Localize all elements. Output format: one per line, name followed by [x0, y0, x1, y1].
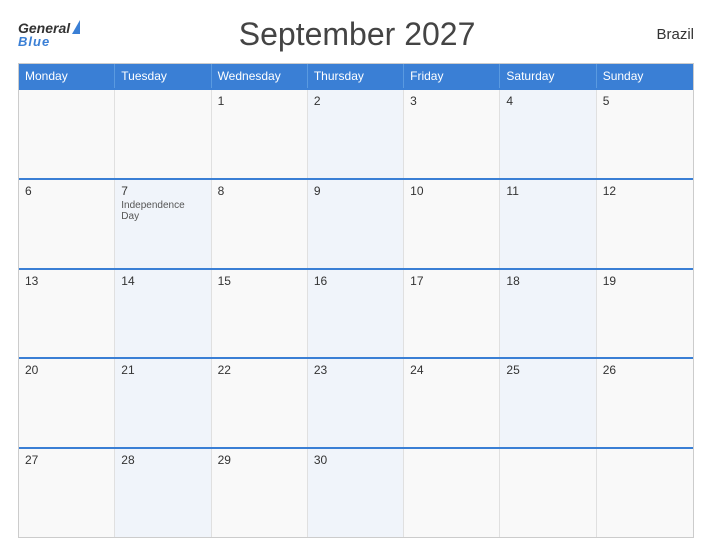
weekday-wednesday: Wednesday	[212, 64, 308, 88]
calendar-cell: 6	[19, 180, 115, 268]
calendar-cell: 9	[308, 180, 404, 268]
calendar-cell: 16	[308, 270, 404, 358]
day-number: 26	[603, 363, 687, 377]
calendar-week-3: 13 14 15 16 17 18 19	[19, 268, 693, 358]
day-number: 19	[603, 274, 687, 288]
day-number: 2	[314, 94, 397, 108]
calendar-week-5: 27 28 29 30	[19, 447, 693, 537]
calendar-cell: 28	[115, 449, 211, 537]
calendar-cell: 19	[597, 270, 693, 358]
calendar-cell: 8	[212, 180, 308, 268]
day-number: 22	[218, 363, 301, 377]
calendar-cell: 14	[115, 270, 211, 358]
logo-blue-text: Blue	[18, 34, 50, 49]
page-title: September 2027	[80, 16, 634, 53]
day-number: 12	[603, 184, 687, 198]
calendar-cell: 30	[308, 449, 404, 537]
calendar-cell: 17	[404, 270, 500, 358]
weekday-monday: Monday	[19, 64, 115, 88]
logo: General Blue	[18, 20, 80, 49]
weekday-thursday: Thursday	[308, 64, 404, 88]
day-number: 18	[506, 274, 589, 288]
calendar-cell: 15	[212, 270, 308, 358]
day-number: 7	[121, 184, 204, 198]
calendar-cell	[597, 449, 693, 537]
header: General Blue September 2027 Brazil	[18, 16, 694, 53]
day-number: 9	[314, 184, 397, 198]
day-number: 15	[218, 274, 301, 288]
calendar-cell: 2	[308, 90, 404, 178]
day-number: 14	[121, 274, 204, 288]
weekday-saturday: Saturday	[500, 64, 596, 88]
day-number: 11	[506, 184, 589, 198]
calendar-cell: 23	[308, 359, 404, 447]
day-number: 4	[506, 94, 589, 108]
weekday-tuesday: Tuesday	[115, 64, 211, 88]
calendar-week-2: 67 Independence Day 89 10 11 12	[19, 178, 693, 268]
calendar-body: 1234567Independence Day89101112131415161…	[19, 88, 693, 537]
calendar-week-4: 20 21 22 23 24 25 26	[19, 357, 693, 447]
calendar-week-1: 12345	[19, 88, 693, 178]
calendar-cell: 3	[404, 90, 500, 178]
calendar-cell	[500, 449, 596, 537]
day-number: 24	[410, 363, 493, 377]
calendar-cell: 20	[19, 359, 115, 447]
calendar-cell: 26	[597, 359, 693, 447]
calendar-cell	[19, 90, 115, 178]
event-label: Independence Day	[121, 200, 204, 222]
calendar-cell: 12	[597, 180, 693, 268]
day-number: 16	[314, 274, 397, 288]
calendar-cell: 7 Independence Day	[115, 180, 211, 268]
day-number: 8	[218, 184, 301, 198]
day-number: 25	[506, 363, 589, 377]
calendar-cell: 24	[404, 359, 500, 447]
calendar-cell: 10	[404, 180, 500, 268]
calendar-cell: 22	[212, 359, 308, 447]
calendar-cell: 27	[19, 449, 115, 537]
calendar-cell	[404, 449, 500, 537]
weekday-sunday: Sunday	[597, 64, 693, 88]
day-number: 5	[603, 94, 687, 108]
calendar-cell	[115, 90, 211, 178]
day-number: 28	[121, 453, 204, 467]
day-number: 23	[314, 363, 397, 377]
day-number: 21	[121, 363, 204, 377]
day-number: 30	[314, 453, 397, 467]
day-number: 13	[25, 274, 108, 288]
page: General Blue September 2027 Brazil Monda…	[0, 0, 712, 550]
day-number: 6	[25, 184, 108, 198]
day-number: 17	[410, 274, 493, 288]
day-number: 27	[25, 453, 108, 467]
day-number: 10	[410, 184, 493, 198]
calendar-cell: 21	[115, 359, 211, 447]
calendar-cell: 29	[212, 449, 308, 537]
day-number: 29	[218, 453, 301, 467]
calendar: Monday Tuesday Wednesday Thursday Friday…	[18, 63, 694, 538]
day-number: 3	[410, 94, 493, 108]
day-number: 1	[218, 94, 301, 108]
calendar-cell: 13	[19, 270, 115, 358]
country-label: Brazil	[634, 26, 694, 43]
calendar-header: Monday Tuesday Wednesday Thursday Friday…	[19, 64, 693, 88]
calendar-cell: 18	[500, 270, 596, 358]
calendar-cell: 4	[500, 90, 596, 178]
calendar-cell: 1	[212, 90, 308, 178]
calendar-cell: 11	[500, 180, 596, 268]
day-number: 20	[25, 363, 108, 377]
logo-triangle-icon	[72, 20, 80, 34]
calendar-cell: 5	[597, 90, 693, 178]
calendar-cell: 25	[500, 359, 596, 447]
weekday-friday: Friday	[404, 64, 500, 88]
